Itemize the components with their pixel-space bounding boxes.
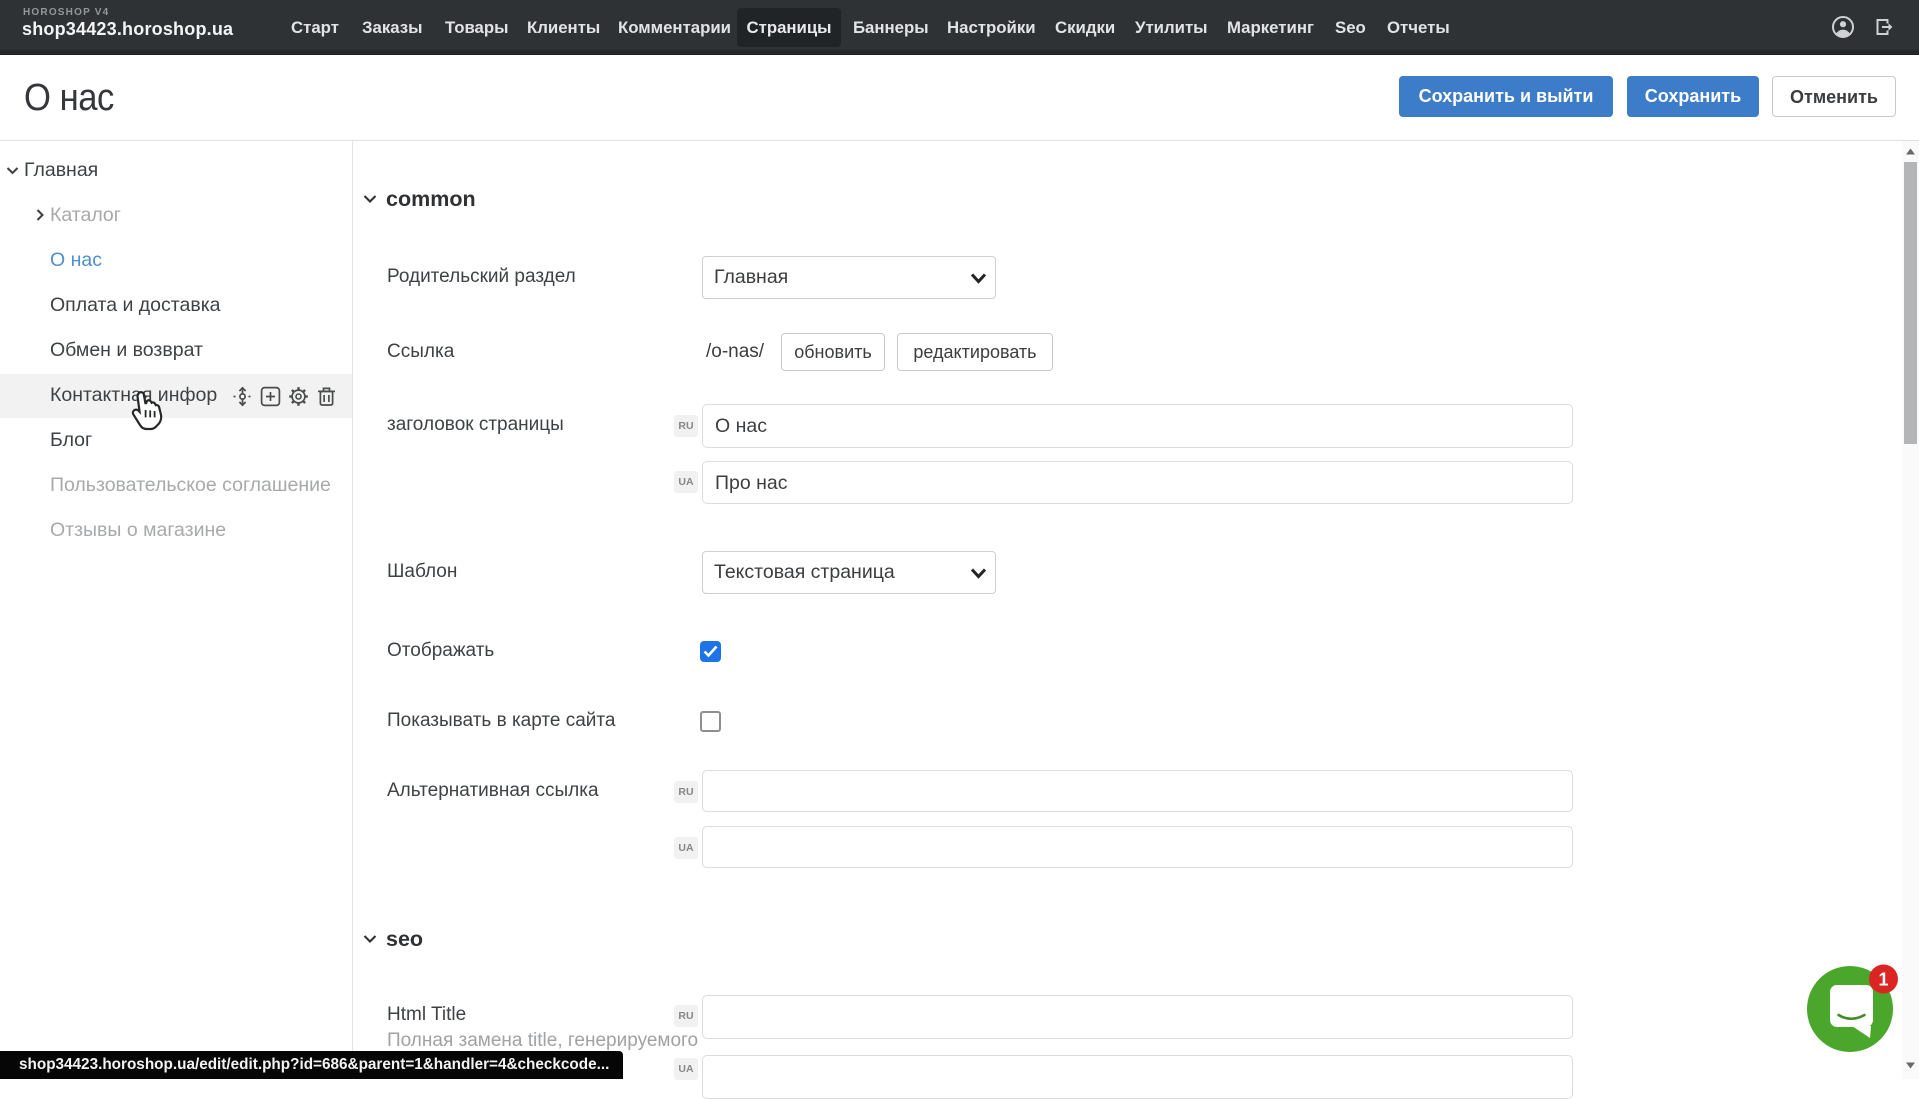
svg-text:1: 1 (1878, 970, 1888, 990)
